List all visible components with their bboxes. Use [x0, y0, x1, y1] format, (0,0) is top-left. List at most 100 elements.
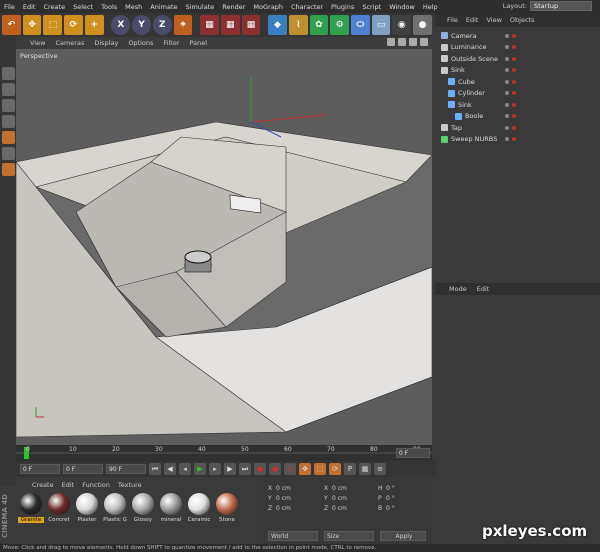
visibility-dots[interactable]: [505, 114, 516, 118]
array-icon[interactable]: ✿: [309, 15, 329, 35]
visibility-dot[interactable]: [512, 45, 516, 49]
apply-button[interactable]: Apply: [380, 531, 426, 541]
visibility-dot[interactable]: [512, 91, 516, 95]
pla-key-icon[interactable]: ▦: [359, 463, 371, 475]
coord-position-field[interactable]: 0 cm: [276, 495, 291, 502]
goto-start-icon[interactable]: ⏮: [149, 463, 161, 475]
menu-item-tools[interactable]: Tools: [97, 3, 121, 11]
visibility-dots[interactable]: [505, 125, 516, 130]
light-icon[interactable]: ●: [413, 15, 432, 35]
next-key-icon[interactable]: ▶: [224, 463, 236, 475]
coord-size-field[interactable]: 0 cm: [332, 495, 347, 502]
visibility-dot[interactable]: [512, 68, 516, 72]
material-swatch[interactable]: Glossy: [130, 493, 156, 523]
menu-item-edit[interactable]: Edit: [19, 3, 40, 11]
attribute-menu-mode[interactable]: Mode: [449, 285, 467, 293]
visibility-dots[interactable]: [505, 102, 516, 107]
scale-key-icon[interactable]: ⬚: [314, 463, 326, 475]
visibility-dot[interactable]: [505, 68, 509, 72]
move-key-icon[interactable]: ✥: [299, 463, 311, 475]
object-row[interactable]: Cylinder: [435, 88, 600, 99]
visibility-dot[interactable]: [505, 137, 509, 141]
menu-item-render[interactable]: Render: [218, 3, 249, 11]
coord-size-field[interactable]: 0 cm: [332, 485, 347, 492]
coord-rotation-field[interactable]: 0 °: [386, 485, 395, 492]
rotate-key-icon[interactable]: ⟳: [329, 463, 341, 475]
coord-position-field[interactable]: 0 cm: [276, 505, 291, 512]
coord-rotation-field[interactable]: 0 °: [386, 505, 395, 512]
material-swatch[interactable]: Stone: [214, 493, 240, 523]
visibility-dots[interactable]: [505, 91, 516, 95]
point-mode-icon[interactable]: [1, 99, 15, 112]
deformer-icon[interactable]: ⚙: [330, 15, 349, 35]
material-menu-function[interactable]: Function: [82, 481, 110, 489]
visibility-dot[interactable]: [512, 33, 516, 38]
visibility-dot[interactable]: [505, 114, 509, 118]
min-frame-field[interactable]: 0 F: [63, 464, 103, 474]
param-key-icon[interactable]: P: [344, 463, 356, 475]
nurbs-icon[interactable]: ⌇: [288, 15, 308, 35]
axis-mode-icon[interactable]: [1, 147, 15, 160]
model-mode-icon[interactable]: [1, 67, 15, 80]
visibility-dot[interactable]: [505, 79, 509, 84]
cube-icon[interactable]: ◆: [268, 15, 287, 35]
material-swatch[interactable]: Plaster: [74, 493, 100, 523]
visibility-dot[interactable]: [505, 102, 509, 107]
object-row[interactable]: Luminance: [435, 42, 600, 53]
object-row[interactable]: Sink: [435, 99, 600, 110]
viewport[interactable]: View Cameras Display Options Filter Panel Per…: [16, 37, 432, 445]
visibility-dot[interactable]: [505, 125, 509, 130]
prev-frame-icon[interactable]: ◂: [179, 463, 191, 475]
next-frame-icon[interactable]: ▸: [209, 463, 221, 475]
visibility-dot[interactable]: [505, 56, 509, 61]
coord-system-icon[interactable]: ⌖: [173, 15, 193, 35]
timeline-end-field[interactable]: 0 F: [396, 448, 430, 458]
object-menu-view[interactable]: View: [486, 16, 501, 24]
material-swatch[interactable]: Plastic G: [102, 493, 128, 523]
z-axis-icon[interactable]: Z: [152, 15, 172, 35]
menu-item-mesh[interactable]: Mesh: [121, 3, 146, 11]
goto-end-icon[interactable]: ⏭: [239, 463, 251, 475]
attribute-menu-edit[interactable]: Edit: [477, 285, 490, 293]
menu-item-create[interactable]: Create: [39, 3, 69, 11]
timeline[interactable]: 01020304050607080900 F: [16, 445, 432, 461]
visibility-dot[interactable]: [512, 114, 516, 118]
visibility-dot[interactable]: [512, 125, 516, 130]
rotate-tool-icon[interactable]: ⟳: [64, 15, 83, 35]
visibility-dots[interactable]: [505, 79, 516, 84]
object-row[interactable]: Boole: [435, 111, 600, 122]
visibility-dot[interactable]: [505, 91, 509, 95]
material-menu-edit[interactable]: Edit: [62, 481, 75, 489]
autokey-icon[interactable]: ●: [269, 463, 281, 475]
render-picture-icon[interactable]: ▦: [220, 15, 240, 35]
render-settings-icon[interactable]: ▦: [241, 15, 261, 35]
undo-icon[interactable]: ↶: [2, 15, 21, 35]
visibility-dots[interactable]: [505, 68, 516, 72]
y-axis-icon[interactable]: Y: [132, 15, 151, 35]
polygon-mode-icon[interactable]: [1, 131, 15, 144]
visibility-dots[interactable]: [505, 45, 516, 49]
scale-tool-icon[interactable]: ⬚: [43, 15, 63, 35]
floor-icon[interactable]: ▭: [371, 15, 391, 35]
keyframe-icon[interactable]: ◎: [284, 463, 296, 475]
visibility-dot[interactable]: [512, 137, 516, 141]
visibility-dot[interactable]: [512, 56, 516, 61]
material-swatch[interactable]: Concret: [46, 493, 72, 523]
menu-item-file[interactable]: File: [0, 3, 19, 11]
object-row[interactable]: Sweep NURBS: [435, 134, 600, 145]
material-menu-create[interactable]: Create: [32, 481, 54, 489]
visibility-dot[interactable]: [505, 45, 509, 49]
visibility-dot[interactable]: [512, 79, 516, 84]
menu-item-help[interactable]: Help: [419, 3, 442, 11]
prev-key-icon[interactable]: ◀: [164, 463, 176, 475]
menu-item-script[interactable]: Script: [358, 3, 385, 11]
object-menu-edit[interactable]: Edit: [466, 16, 479, 24]
edge-mode-icon[interactable]: [1, 115, 15, 128]
coord-size-field[interactable]: 0 cm: [332, 505, 347, 512]
menu-item-select[interactable]: Select: [69, 3, 97, 11]
object-row[interactable]: Tap: [435, 122, 600, 133]
visibility-dots[interactable]: [505, 33, 516, 38]
material-menu-texture[interactable]: Texture: [118, 481, 142, 489]
visibility-dots[interactable]: [505, 56, 516, 61]
material-swatch[interactable]: mineral: [158, 493, 184, 523]
